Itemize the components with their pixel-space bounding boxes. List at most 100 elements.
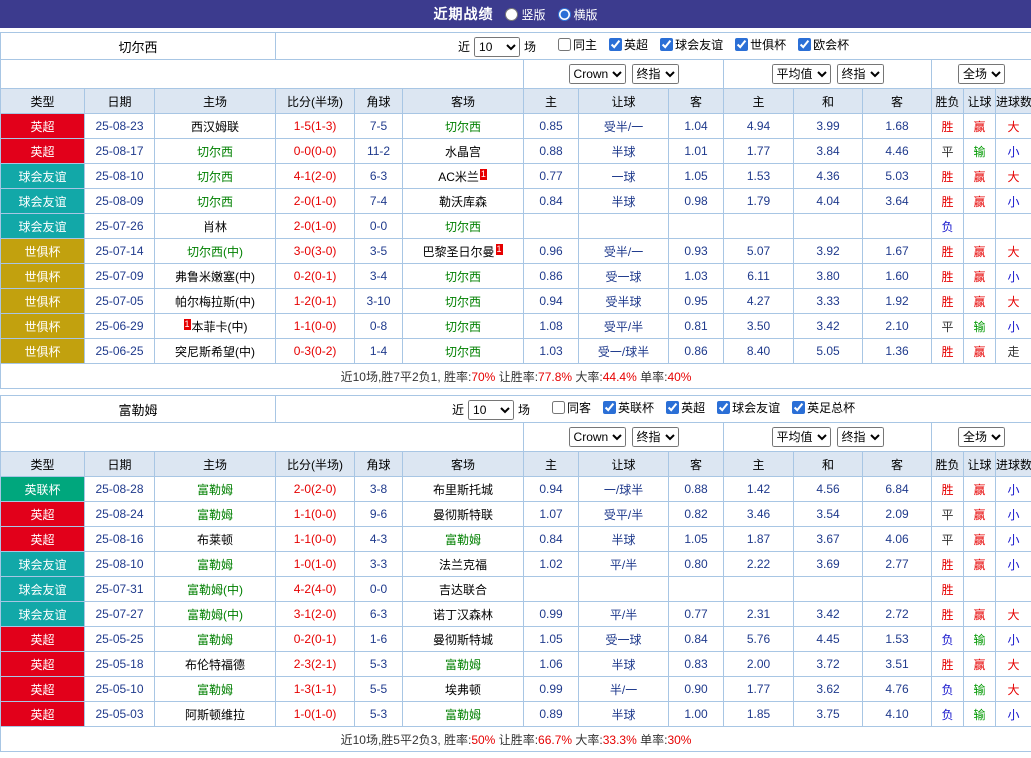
- goals-result-cell: [996, 214, 1031, 239]
- league-type-cell: 英超: [1, 652, 85, 677]
- league-filter-checkbox[interactable]: 球会友谊: [660, 36, 723, 53]
- euro-away-odds: 4.06: [863, 527, 932, 552]
- summary-stat-value: 66.7%: [538, 733, 572, 747]
- asian-odds-time-select[interactable]: 终指: [632, 64, 679, 84]
- summary-record: 近10场,胜7平2负1,: [341, 370, 441, 384]
- score-cell: 0-2(0-1): [276, 264, 355, 289]
- euro-home-odds: 1.77: [724, 677, 794, 702]
- corner-cell: 11-2: [355, 139, 403, 164]
- summary-stat-label: 单率:: [637, 733, 668, 747]
- league-filter-checkbox[interactable]: 英联杯: [603, 399, 654, 416]
- match-row: 世俱杯25-06-291本菲卡(中)1-1(0-0)0-8切尔西1.08受平/半…: [1, 314, 1031, 339]
- euro-home-odds: [724, 214, 794, 239]
- asian-home-odds: [524, 577, 579, 602]
- match-count-select[interactable]: 10: [474, 37, 520, 57]
- league-filter-checkbox[interactable]: 欧会杯: [798, 36, 849, 53]
- column-header: 主: [524, 452, 579, 477]
- match-date: 25-07-14: [85, 239, 155, 264]
- league-filter-checkbox[interactable]: 球会友谊: [717, 399, 780, 416]
- league-filter-checkbox-label: 球会友谊: [675, 36, 723, 53]
- league-filter-checkbox-box[interactable]: [717, 401, 730, 414]
- league-filter-checkbox-box[interactable]: [735, 38, 748, 51]
- match-result-cell: 胜: [932, 552, 964, 577]
- column-header: 类型: [1, 452, 85, 477]
- euro-away-odds: 5.03: [863, 164, 932, 189]
- scope-select[interactable]: 全场: [958, 427, 1005, 447]
- league-type-cell: 英超: [1, 627, 85, 652]
- asian-away-odds: 1.04: [669, 114, 724, 139]
- handicap-line: 受半球: [579, 289, 669, 314]
- goals-result-cell: 小: [996, 502, 1031, 527]
- bookmaker-select[interactable]: Crown: [569, 427, 626, 447]
- league-filter-checkbox-label: 球会友谊: [732, 399, 780, 416]
- asian-home-odds: 0.96: [524, 239, 579, 264]
- league-filter-checkbox-label: 英超: [681, 399, 705, 416]
- euro-average-select[interactable]: 平均值: [772, 427, 831, 447]
- home-team-cell: 阿斯顿维拉: [155, 702, 276, 727]
- handicap-result-cell: 赢: [964, 502, 996, 527]
- handicap-line: 受半/一: [579, 239, 669, 264]
- league-type-cell: 英超: [1, 527, 85, 552]
- handicap-result-cell: 赢: [964, 239, 996, 264]
- league-filter-checkbox[interactable]: 英足总杯: [792, 399, 855, 416]
- home-team-name: 突尼斯希望(中): [175, 345, 255, 359]
- euro-draw-odds: 3.84: [794, 139, 863, 164]
- asian-away-odds: 1.05: [669, 164, 724, 189]
- asian-odds-controls: Crown 终指: [524, 60, 724, 89]
- league-type-cell: 世俱杯: [1, 289, 85, 314]
- summary-stat-label: 让胜率:: [495, 733, 538, 747]
- red-card-badge: 1: [184, 319, 191, 330]
- euro-away-odds: 4.76: [863, 677, 932, 702]
- league-filter-checkbox-box[interactable]: [603, 401, 616, 414]
- league-filter-checkbox-box[interactable]: [792, 401, 805, 414]
- league-filter-checkbox[interactable]: 世俱杯: [735, 36, 786, 53]
- view-option-horizontal[interactable]: 横版: [558, 6, 598, 23]
- euro-odds-time-select[interactable]: 终指: [837, 427, 884, 447]
- away-team-name: 法兰克福: [439, 558, 487, 572]
- league-filter-checkbox-box[interactable]: [666, 401, 679, 414]
- match-count-select[interactable]: 10: [468, 400, 514, 420]
- same-venue-checkbox[interactable]: 同主: [558, 36, 597, 53]
- same-venue-checkbox-box[interactable]: [552, 401, 565, 414]
- away-team-name: 切尔西: [445, 320, 481, 334]
- summary-record: 近10场,胜5平2负3,: [341, 733, 441, 747]
- summary-stat-label: 单率:: [637, 370, 668, 384]
- league-filter-checkbox-box[interactable]: [798, 38, 811, 51]
- column-header: 让球: [964, 89, 996, 114]
- league-filter-checkbox[interactable]: 英超: [666, 399, 705, 416]
- same-venue-checkbox[interactable]: 同客: [552, 399, 591, 416]
- away-team-cell: 曼彻斯特城: [403, 627, 524, 652]
- bookmaker-select[interactable]: Crown: [569, 64, 626, 84]
- league-filter-checkbox-box[interactable]: [609, 38, 622, 51]
- league-filter-checkbox-box[interactable]: [660, 38, 673, 51]
- match-row: 英超25-05-25富勒姆0-2(0-1)1-6曼彻斯特城1.05受一球0.84…: [1, 627, 1031, 652]
- home-team-cell: 富勒姆: [155, 477, 276, 502]
- league-filter-checkbox[interactable]: 英超: [609, 36, 648, 53]
- vertical-view-radio[interactable]: [505, 8, 518, 21]
- euro-home-odds: 3.46: [724, 502, 794, 527]
- match-date: 25-07-27: [85, 602, 155, 627]
- vertical-view-label: 竖版: [521, 6, 545, 23]
- recent-results-table: 切尔西近10场同主英超球会友谊世俱杯欧会杯Crown终指平均值终指全场类型日期主…: [0, 32, 1031, 389]
- asian-odds-time-select[interactable]: 终指: [632, 427, 679, 447]
- euro-draw-odds: 4.56: [794, 477, 863, 502]
- away-team-cell: 埃弗顿: [403, 677, 524, 702]
- euro-odds-time-select[interactable]: 终指: [837, 64, 884, 84]
- summary-stat-value: 50%: [471, 733, 495, 747]
- summary-cell: 近10场,胜5平2负3, 胜率:50% 让胜率:66.7% 大率:33.3% 单…: [1, 727, 1031, 752]
- home-team-name: 富勒姆: [197, 558, 233, 572]
- scope-select[interactable]: 全场: [958, 64, 1005, 84]
- score-cell: 1-1(0-0): [276, 314, 355, 339]
- match-row: 英超25-05-03阿斯顿维拉1-0(1-0)5-3富勒姆0.89半球1.001…: [1, 702, 1031, 727]
- view-option-vertical[interactable]: 竖版: [505, 6, 545, 23]
- score-cell: 1-2(0-1): [276, 289, 355, 314]
- column-header: 比分(半场): [276, 89, 355, 114]
- euro-draw-odds: 3.67: [794, 527, 863, 552]
- same-venue-checkbox-box[interactable]: [558, 38, 571, 51]
- asian-home-odds: 0.77: [524, 164, 579, 189]
- column-header: 和: [794, 89, 863, 114]
- horizontal-view-radio[interactable]: [558, 8, 571, 21]
- handicap-line: 半球: [579, 652, 669, 677]
- euro-average-select[interactable]: 平均值: [772, 64, 831, 84]
- handicap-result-cell: 赢: [964, 264, 996, 289]
